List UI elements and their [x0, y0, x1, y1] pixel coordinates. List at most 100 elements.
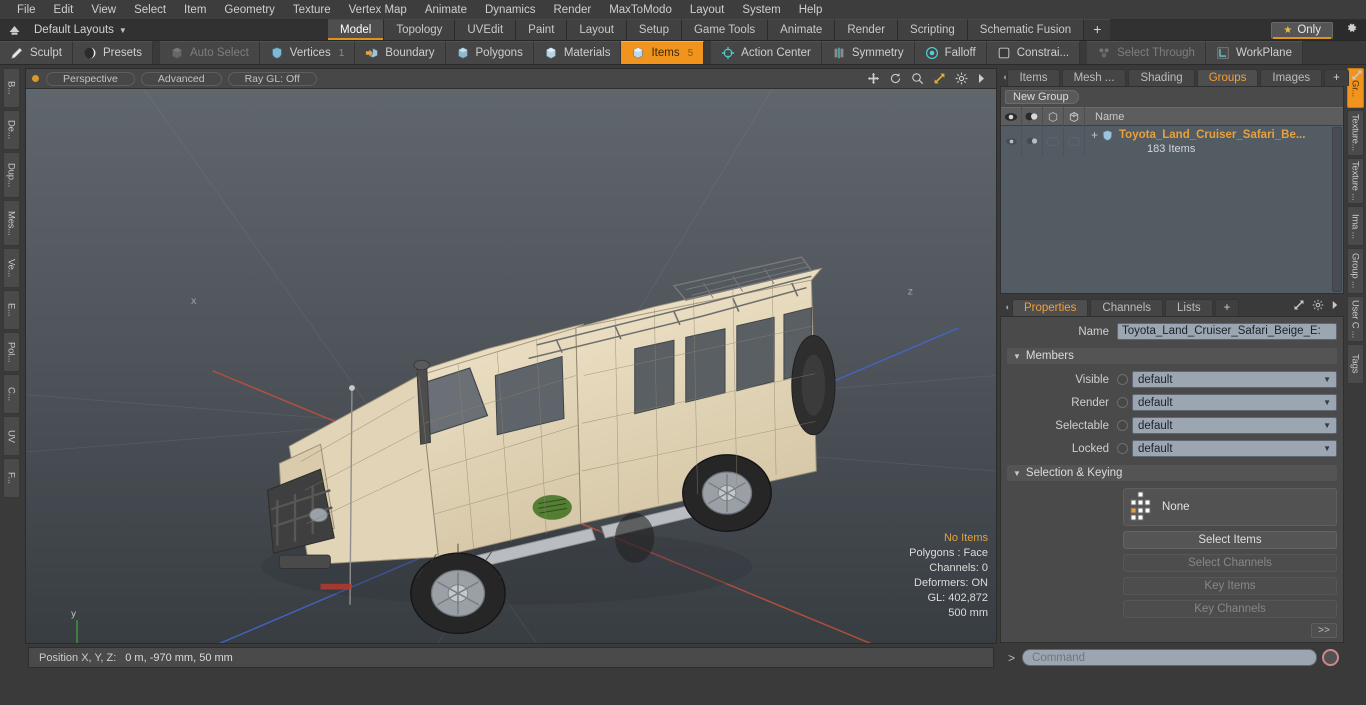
- selection-keying-section-header[interactable]: ▼ Selection & Keying: [1007, 465, 1337, 481]
- toolbar-button-action-center[interactable]: Action Center: [711, 41, 822, 64]
- selection-set-display[interactable]: None: [1123, 488, 1337, 526]
- group-row-content[interactable]: + Toyota_Land_Cruiser_Safari_Be... 183 I…: [1085, 126, 1305, 156]
- new-group-button[interactable]: New Group: [1005, 90, 1079, 104]
- menu-item-maxtomodo[interactable]: MaxToModo: [600, 0, 681, 20]
- selectable-radio[interactable]: [1117, 420, 1128, 431]
- viewport-shading-selector[interactable]: Advanced: [141, 72, 222, 86]
- left-tab-uv[interactable]: UV: [3, 416, 20, 456]
- chevron-right-icon[interactable]: [1331, 300, 1339, 313]
- more-options-button[interactable]: >>: [1311, 623, 1337, 638]
- row-select-toggle[interactable]: [1064, 126, 1085, 156]
- toolbar-button-polygons[interactable]: Polygons: [446, 41, 534, 64]
- tab-schematic-fusion[interactable]: Schematic Fusion: [968, 19, 1084, 40]
- menu-item-help[interactable]: Help: [790, 0, 832, 20]
- menu-item-system[interactable]: System: [733, 0, 789, 20]
- name-input[interactable]: Toyota_Land_Cruiser_Safari_Beige_E:: [1117, 323, 1337, 340]
- tab-game-tools[interactable]: Game Tools: [682, 19, 768, 40]
- select-items-button[interactable]: Select Items: [1123, 531, 1337, 549]
- left-tab-vertex[interactable]: Ve...: [3, 248, 20, 288]
- panel-tab-mesh[interactable]: Mesh ...: [1062, 69, 1127, 86]
- panel-add-tab-button[interactable]: +: [1324, 69, 1349, 86]
- record-icon[interactable]: [1322, 649, 1339, 666]
- toolbar-button-boundary[interactable]: Boundary: [355, 41, 445, 64]
- menu-item-file[interactable]: File: [8, 0, 45, 20]
- panel-handle-icon[interactable]: ◖: [1002, 298, 1012, 316]
- selectable-dropdown[interactable]: default ▼: [1132, 417, 1337, 434]
- expand-icon[interactable]: [1351, 69, 1363, 84]
- key-items-button[interactable]: Key Items: [1123, 577, 1337, 595]
- left-tab-fusion[interactable]: F...: [3, 458, 20, 498]
- viewport-camera-selector[interactable]: Perspective: [46, 72, 135, 86]
- menu-item-dynamics[interactable]: Dynamics: [476, 0, 544, 20]
- render-dropdown[interactable]: default ▼: [1132, 394, 1337, 411]
- toolbar-button-sculpt[interactable]: Sculpt: [0, 41, 73, 64]
- row-lock-toggle[interactable]: [1043, 126, 1064, 156]
- panel-tab-lists[interactable]: Lists: [1165, 299, 1213, 316]
- menu-item-animate[interactable]: Animate: [416, 0, 476, 20]
- toolbar-button-auto-select[interactable]: Auto Select: [160, 41, 260, 64]
- menu-item-view[interactable]: View: [82, 0, 125, 20]
- panel-tab-images[interactable]: Images: [1260, 69, 1322, 86]
- left-tab-polygon[interactable]: Pol...: [3, 332, 20, 372]
- tab-animate[interactable]: Animate: [768, 19, 835, 40]
- groups-list-scrollbar[interactable]: [1332, 127, 1342, 292]
- menu-item-texture[interactable]: Texture: [284, 0, 340, 20]
- chevron-right-icon[interactable]: [977, 73, 986, 84]
- left-tab-duplicate[interactable]: Dup...: [3, 152, 20, 198]
- panel-tab-channels[interactable]: Channels: [1090, 299, 1163, 316]
- left-tab-basic[interactable]: B...: [3, 68, 20, 108]
- left-tab-edge[interactable]: E...: [3, 290, 20, 330]
- zoom-icon[interactable]: [911, 72, 924, 85]
- menu-item-render[interactable]: Render: [544, 0, 600, 20]
- expand-row-button[interactable]: +: [1091, 128, 1098, 142]
- properties-add-tab-button[interactable]: +: [1215, 299, 1240, 316]
- menu-item-layout[interactable]: Layout: [681, 0, 734, 20]
- tab-render[interactable]: Render: [835, 19, 898, 40]
- table-row[interactable]: + Toyota_Land_Cruiser_Safari_Be... 183 I…: [1001, 126, 1343, 156]
- cube-wire-icon[interactable]: [1043, 107, 1064, 126]
- add-tab-button[interactable]: +: [1084, 19, 1110, 40]
- menu-item-geometry[interactable]: Geometry: [215, 0, 284, 20]
- toolbar-button-constraint[interactable]: Constrai...: [987, 41, 1080, 64]
- panel-tab-groups[interactable]: Groups: [1197, 69, 1259, 86]
- move-icon[interactable]: [867, 72, 880, 85]
- tab-model[interactable]: Model: [328, 19, 384, 40]
- row-eye-icon[interactable]: [1001, 126, 1022, 156]
- menu-item-vertex-map[interactable]: Vertex Map: [340, 0, 416, 20]
- toolbar-button-items[interactable]: Items 5: [621, 41, 704, 64]
- left-tab-deform[interactable]: De...: [3, 110, 20, 150]
- toolbar-button-symmetry[interactable]: Symmetry: [822, 41, 915, 64]
- select-channels-button[interactable]: Select Channels: [1123, 554, 1337, 572]
- layout-selector[interactable]: Default Layouts ▼: [0, 20, 328, 40]
- panel-tab-properties[interactable]: Properties: [1012, 299, 1088, 316]
- toolbar-button-workplane[interactable]: WorkPlane: [1206, 41, 1303, 64]
- groups-list-body[interactable]: + Toyota_Land_Cruiser_Safari_Be... 183 I…: [1001, 126, 1343, 293]
- tab-layout[interactable]: Layout: [567, 19, 627, 40]
- tab-scripting[interactable]: Scripting: [898, 19, 968, 40]
- viewport-3d[interactable]: Perspective Advanced Ray GL: Off: [25, 68, 997, 644]
- menu-item-item[interactable]: Item: [175, 0, 215, 20]
- members-section-header[interactable]: ▼ Members: [1007, 348, 1337, 364]
- panel-tab-shading[interactable]: Shading: [1128, 69, 1194, 86]
- right-tab-group[interactable]: Group ...: [1347, 248, 1364, 294]
- toolbar-button-vertices[interactable]: Vertices 1: [260, 41, 355, 64]
- expand-icon[interactable]: [1293, 299, 1305, 314]
- menu-item-edit[interactable]: Edit: [45, 0, 83, 20]
- right-tab-texture-2[interactable]: Texture ...: [1347, 158, 1364, 204]
- rotate-icon[interactable]: [889, 72, 902, 85]
- cube-wire2-icon[interactable]: [1064, 107, 1085, 126]
- key-channels-button[interactable]: Key Channels: [1123, 600, 1337, 618]
- layout-name-label[interactable]: Default Layouts: [34, 24, 114, 36]
- eye-icon[interactable]: [1001, 107, 1022, 126]
- gear-icon[interactable]: [1341, 22, 1362, 38]
- maximize-icon[interactable]: [933, 72, 946, 85]
- right-tab-tags[interactable]: Tags: [1347, 344, 1364, 384]
- viewport-status-dot[interactable]: [32, 75, 39, 82]
- locked-dropdown[interactable]: default ▼: [1132, 440, 1337, 457]
- left-tab-mesh-edit[interactable]: Mes...: [3, 200, 20, 246]
- only-toggle-button[interactable]: ★ Only: [1271, 22, 1333, 39]
- viewport-canvas[interactable]: x z: [26, 89, 996, 643]
- toolbar-button-presets[interactable]: Presets: [73, 41, 153, 64]
- tab-paint[interactable]: Paint: [516, 19, 567, 40]
- render-radio[interactable]: [1117, 397, 1128, 408]
